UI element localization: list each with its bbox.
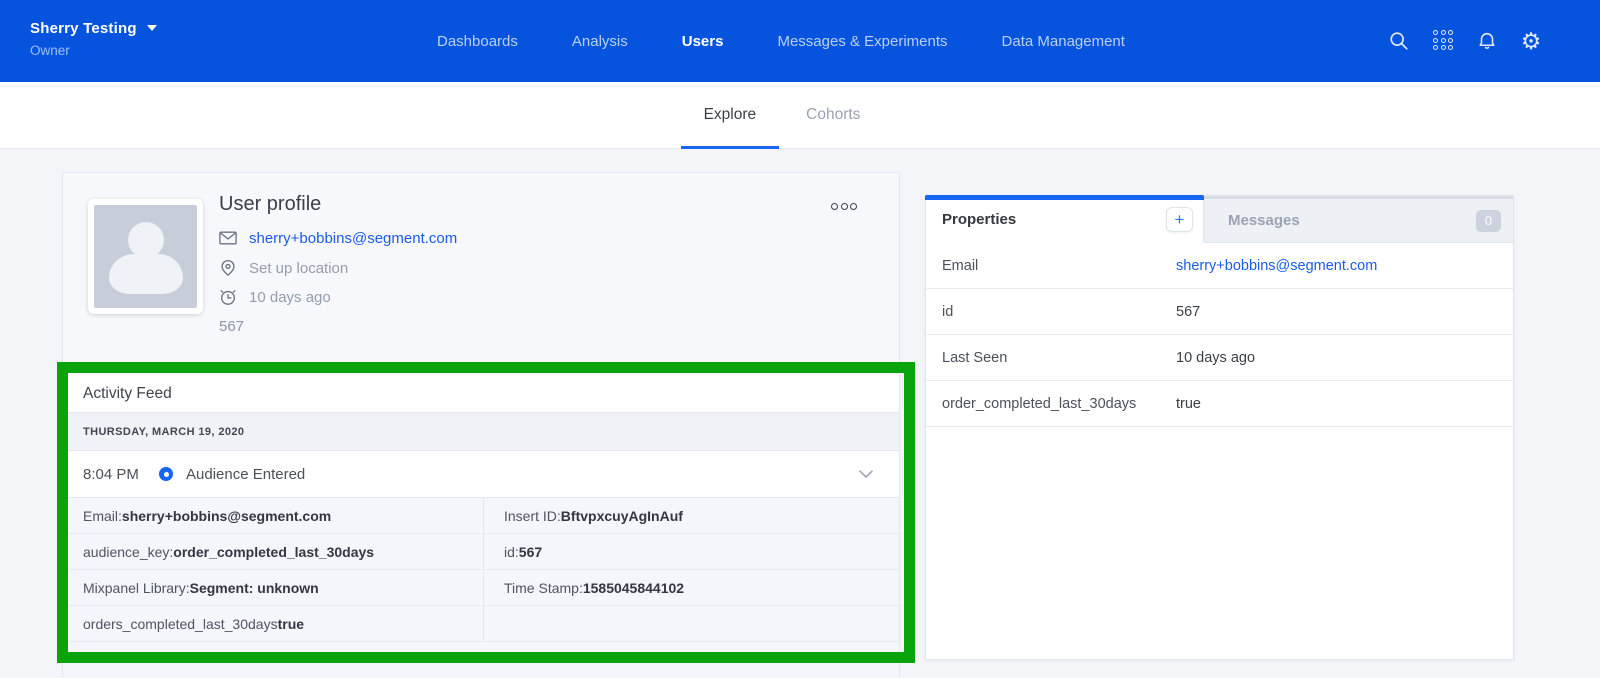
activity-event-row[interactable]: 8:04 PM Audience Entered	[63, 451, 899, 498]
table-row: Mixpanel Library: Segment: unknown Time …	[63, 570, 899, 606]
properties-panel-tabs: Properties + Messages 0	[926, 196, 1513, 243]
tab-cohorts[interactable]: Cohorts	[783, 82, 883, 149]
messages-count-badge: 0	[1476, 210, 1501, 232]
profile-location-row: Set up location	[219, 259, 348, 277]
project-name: Sherry Testing	[30, 20, 137, 37]
user-profile-card: User profile sherry+bobbins@segment.com …	[62, 172, 900, 677]
page-title: User profile	[219, 193, 321, 216]
gear-icon[interactable]: ⚙	[1520, 30, 1542, 52]
nav-item-messages-experiments[interactable]: Messages & Experiments	[777, 33, 947, 50]
property-row-last-seen: Last Seen 10 days ago	[926, 335, 1513, 381]
nav-item-analysis[interactable]: Analysis	[572, 33, 628, 50]
profile-email-link[interactable]: sherry+bobbins@segment.com	[249, 230, 457, 247]
page-content: User profile sherry+bobbins@segment.com …	[0, 149, 1600, 670]
event-name: Audience Entered	[186, 466, 305, 483]
bell-icon[interactable]	[1476, 30, 1498, 52]
properties-panel: Properties + Messages 0 Email sherry+bob…	[925, 195, 1514, 660]
alarm-clock-icon	[219, 288, 237, 306]
location-pin-icon	[219, 259, 237, 277]
event-time: 8:04 PM	[83, 466, 159, 483]
last-seen-text: 10 days ago	[249, 289, 331, 306]
profile-section: User profile sherry+bobbins@segment.com …	[63, 173, 899, 375]
table-row: orders_completed_last_30daystrue	[63, 606, 899, 642]
event-detail-table: Email: sherry+bobbins@segment.com Insert…	[63, 498, 899, 642]
activity-date-header: THURSDAY, MARCH 19, 2020	[63, 413, 899, 451]
nav-item-data-management[interactable]: Data Management	[1002, 33, 1125, 50]
project-role: Owner	[30, 43, 157, 58]
property-row-order-completed: order_completed_last_30days true	[926, 381, 1513, 427]
nav-item-users[interactable]: Users	[682, 33, 724, 50]
property-email-link[interactable]: sherry+bobbins@segment.com	[1176, 258, 1377, 274]
top-icon-group: ⚙	[1388, 0, 1542, 82]
set-up-location-link[interactable]: Set up location	[249, 260, 348, 277]
event-type-icon	[159, 467, 173, 481]
profile-email-row: sherry+bobbins@segment.com	[219, 229, 457, 247]
tab-explore[interactable]: Explore	[681, 82, 780, 149]
activity-feed-header: Activity Feed	[63, 375, 899, 413]
activity-feed-title: Activity Feed	[83, 385, 172, 403]
chevron-down-icon[interactable]	[859, 470, 873, 479]
chevron-down-icon	[147, 25, 157, 31]
primary-nav: Dashboards Analysis Users Messages & Exp…	[437, 0, 1125, 82]
property-row-email: Email sherry+bobbins@segment.com	[926, 243, 1513, 289]
property-row-id: id 567	[926, 289, 1513, 335]
table-row: Email: sherry+bobbins@segment.com Insert…	[63, 498, 899, 534]
table-filler	[63, 642, 899, 678]
explore-tab-bar: Explore Cohorts	[0, 82, 1600, 149]
project-switcher[interactable]: Sherry Testing Owner	[30, 20, 157, 58]
avatar	[88, 199, 203, 314]
tab-properties[interactable]: Properties +	[926, 196, 1204, 243]
profile-id-text: 567	[219, 318, 244, 335]
avatar-body-shape	[109, 254, 183, 294]
envelope-icon	[219, 229, 237, 247]
top-nav-bar: Sherry Testing Owner Dashboards Analysis…	[0, 0, 1600, 82]
tab-messages[interactable]: Messages 0	[1204, 196, 1513, 243]
add-property-button[interactable]: +	[1166, 207, 1193, 232]
search-icon[interactable]	[1388, 30, 1410, 52]
nav-item-dashboards[interactable]: Dashboards	[437, 33, 518, 50]
apps-grid-icon[interactable]	[1432, 30, 1454, 52]
profile-last-seen-row: 10 days ago	[219, 288, 331, 306]
avatar-head-shape	[128, 222, 164, 258]
more-options-icon[interactable]	[831, 203, 857, 210]
table-row: audience_key: order_completed_last_30day…	[63, 534, 899, 570]
